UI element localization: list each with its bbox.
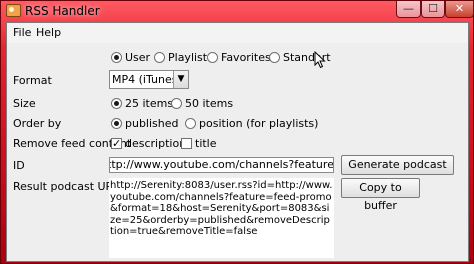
source-playlist-radio[interactable]: [154, 52, 165, 63]
maximize-button[interactable]: ☐: [421, 1, 445, 18]
chevron-down-icon[interactable]: ▼: [173, 71, 188, 88]
size-50-label[interactable]: 50 items: [185, 97, 233, 110]
source-favorites-label[interactable]: Favorites: [221, 51, 271, 64]
app-window: RSS Handler — ☐ ✕ File Help User Playlis…: [0, 0, 474, 264]
remove-description-label[interactable]: description: [125, 137, 186, 150]
rss-app-icon: [6, 4, 21, 17]
source-playlist-label[interactable]: Playlist: [168, 51, 207, 64]
client-area: File Help User Playlist Favorites Standa…: [6, 22, 469, 262]
format-label: Format: [13, 74, 52, 87]
format-select[interactable]: MP4 (iTunes) ▼: [109, 70, 189, 89]
remove-description-checkbox[interactable]: ✓: [111, 138, 122, 149]
id-label: ID: [13, 159, 25, 172]
id-input-value: ttp://www.youtube.com/channels?feature=f…: [109, 158, 334, 171]
mouse-cursor-icon: [314, 51, 326, 69]
source-user-radio[interactable]: [111, 52, 122, 63]
order-position-label[interactable]: position (for playlists): [199, 117, 318, 130]
size-label: Size: [13, 97, 36, 110]
id-input[interactable]: ttp://www.youtube.com/channels?feature=f…: [109, 157, 334, 173]
remove-title-label[interactable]: title: [195, 137, 217, 150]
generate-podcast-url-button[interactable]: Generate podcast URL: [341, 155, 454, 189]
source-favorites-radio[interactable]: [207, 52, 218, 63]
title-bar[interactable]: RSS Handler — ☐ ✕: [1, 1, 474, 21]
size-25-radio[interactable]: [111, 98, 122, 109]
menu-bar: File Help: [7, 23, 468, 43]
size-50-radio[interactable]: [171, 98, 182, 109]
menu-help[interactable]: Help: [36, 26, 61, 39]
menu-file[interactable]: File: [13, 26, 31, 39]
format-value: MP4 (iTunes): [112, 73, 182, 86]
remove-title-checkbox[interactable]: [181, 138, 192, 149]
order-position-radio[interactable]: [185, 118, 196, 129]
window-title: RSS Handler: [25, 4, 100, 18]
minimize-button[interactable]: —: [396, 1, 421, 18]
result-url-textarea[interactable]: http://Serenity:8083/user.rss?id=http://…: [109, 178, 334, 258]
copy-to-buffer-button[interactable]: Copy to buffer: [341, 178, 420, 212]
order-published-radio[interactable]: [111, 118, 122, 129]
order-published-label[interactable]: published: [125, 117, 179, 130]
result-url-label: Result podcast URL: [13, 180, 120, 193]
close-button[interactable]: ✕: [445, 1, 474, 18]
order-by-label: Order by: [13, 117, 62, 130]
source-standart-radio[interactable]: [269, 52, 280, 63]
size-25-label[interactable]: 25 items: [125, 97, 173, 110]
source-user-label[interactable]: User: [125, 51, 150, 64]
